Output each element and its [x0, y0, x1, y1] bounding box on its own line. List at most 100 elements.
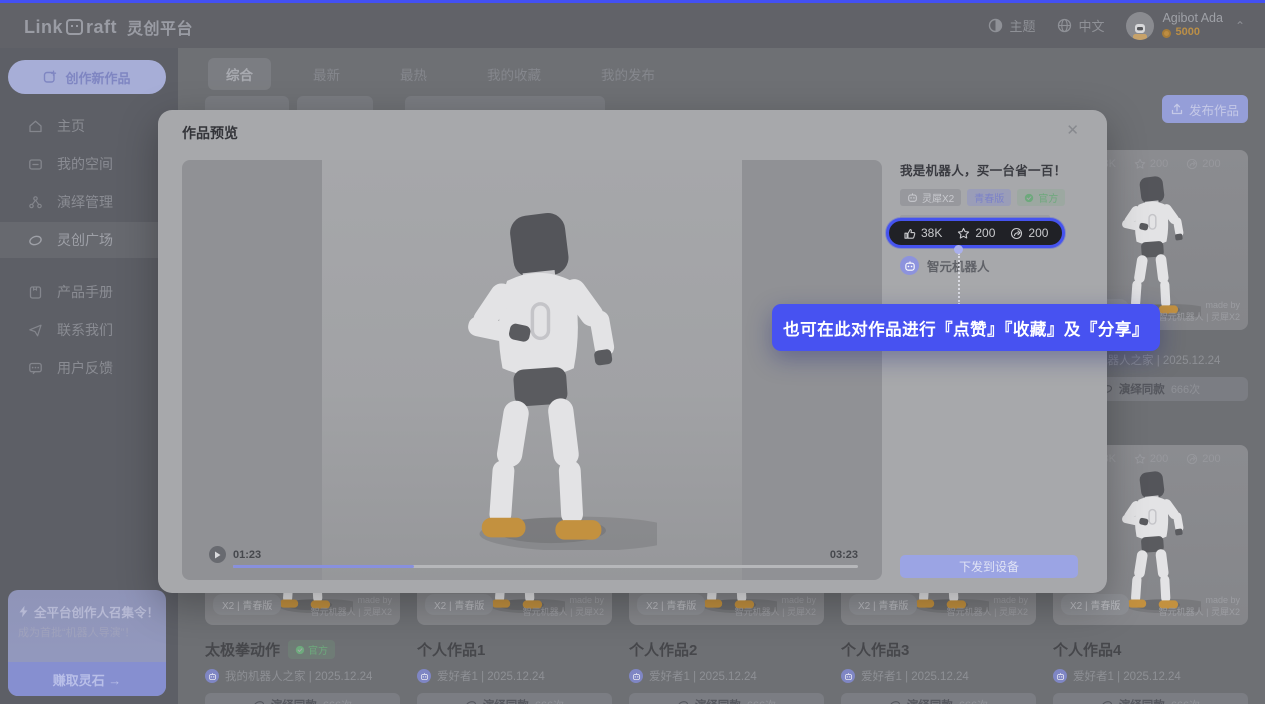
work-author-row[interactable]: 智元机器人 — [900, 256, 990, 275]
chat-bubble-icon — [28, 361, 43, 376]
favorite-stat[interactable]: 200 — [957, 226, 995, 240]
author-avatar-icon — [1053, 669, 1067, 683]
card-title: 个人作品3 — [841, 639, 909, 660]
model-edition-tag: X2 | 青春版 — [637, 594, 705, 615]
robot-render — [417, 205, 657, 550]
nodes-icon — [28, 195, 43, 210]
sidebar-item-lingchuang-plaza[interactable]: 灵创广场 — [0, 222, 178, 258]
tour-connector-dot — [954, 245, 963, 254]
tab-hottest[interactable]: 最热 — [382, 58, 445, 90]
made-by-watermark: made by智元机器人 | 灵犀X2 — [1159, 299, 1240, 324]
replay-same-button[interactable]: 演绎同款666次 — [417, 693, 612, 704]
work-info-panel: 我是机器人，买一台省一百！ 灵犀X2 青春版 官方 — [900, 160, 1080, 220]
model-edition-tag: X2 | 青春版 — [849, 594, 917, 615]
search-field[interactable] — [405, 96, 605, 110]
favorite-icon — [1134, 158, 1146, 170]
edition-tag: 青春版 — [967, 189, 1011, 206]
theme-icon — [988, 18, 1003, 33]
replay-same-button[interactable]: 演绎同款666次 — [205, 693, 400, 704]
sidebar-item-home[interactable]: 主页 — [0, 108, 178, 144]
close-icon[interactable]: ✕ — [1066, 121, 1079, 139]
progress-bar[interactable] — [233, 565, 858, 568]
sidebar-item-user-feedback[interactable]: 用户反馈 — [0, 350, 178, 386]
model-edition-tag: X2 | 青春版 — [425, 594, 493, 615]
like-stat[interactable]: 38K — [903, 226, 942, 240]
replay-same-button[interactable]: 演绎同款666次 — [841, 693, 1036, 704]
robot-thumbnail — [1101, 468, 1201, 613]
favorite-icon — [1134, 453, 1146, 465]
official-tag: 官方 — [1017, 189, 1065, 206]
work-preview-modal: 作品预览 ✕ 01:23 03:23 我是机器人，买一台省一百！ 灵犀X2 青春… — [158, 110, 1107, 593]
logo-text-cn: 灵创平台 — [127, 15, 193, 39]
lightning-icon — [18, 605, 29, 618]
tour-tooltip: 也可在此对作品进行『点赞』『收藏』及『分享』 — [772, 304, 1160, 351]
promo-subtitle: 成为首批“机器人导演”！ — [18, 624, 135, 640]
creator-recruit-banner: 全平台创作人召集令！ 成为首批“机器人导演”！ 赚取灵石 → — [8, 590, 166, 696]
user-name: Agibot Ada — [1162, 11, 1222, 27]
create-new-work-button[interactable]: 创作新作品 — [8, 60, 166, 94]
card-author: 爱好者1 | 2025.12.24 — [1053, 668, 1248, 684]
official-check-icon — [1024, 193, 1034, 203]
made-by-watermark: made by智元机器人 | 灵犀X2 — [1159, 594, 1240, 619]
like-icon — [903, 227, 916, 240]
filter-dropdown-1[interactable] — [205, 96, 289, 110]
tab-newest[interactable]: 最新 — [295, 58, 358, 90]
sidebar-item-my-space[interactable]: 我的空间 — [0, 146, 178, 182]
topbar: Link raft 灵创平台 主题 中文 Agibot Ada 5000 ⌃ — [0, 3, 1265, 48]
home-icon — [28, 119, 43, 134]
tab-comprehensive[interactable]: 综合 — [208, 58, 271, 90]
tab-my-favorites[interactable]: 我的收藏 — [469, 58, 559, 90]
planet-icon — [28, 233, 43, 248]
card-author: 爱好者1 | 2025.12.24 — [629, 668, 824, 684]
top-accent-line — [0, 0, 1265, 3]
logo-text-right: raft — [86, 17, 117, 38]
made-by-watermark: made by智元机器人 | 灵犀X2 — [947, 594, 1028, 619]
card-title: 太极拳动作 — [205, 639, 280, 660]
made-by-watermark: made by智元机器人 | 灵犀X2 — [523, 594, 604, 619]
play-icon — [214, 551, 221, 559]
model-edition-tag: X2 | 青春版 — [1061, 594, 1129, 615]
paper-plane-icon — [28, 323, 43, 338]
globe-icon — [1057, 18, 1072, 33]
favorite-icon — [957, 227, 970, 240]
sidebar-item-product-manual[interactable]: 产品手册 — [0, 274, 178, 310]
made-by-watermark: made by智元机器人 | 灵犀X2 — [311, 594, 392, 619]
share-icon — [1186, 158, 1198, 170]
work-title: 我是机器人，买一台省一百！ — [900, 160, 1080, 179]
chevron-up-icon: ⌃ — [1235, 19, 1245, 33]
sidebar-item-contact-us[interactable]: 联系我们 — [0, 312, 178, 348]
tour-connector-line — [958, 253, 960, 305]
play-button[interactable] — [209, 546, 226, 563]
replay-same-button[interactable]: 演绎同款666次 — [1053, 693, 1248, 704]
card-title: 个人作品4 — [1053, 639, 1121, 660]
filter-dropdown-2[interactable] — [297, 96, 373, 110]
publish-work-button[interactable]: 发布作品 — [1162, 95, 1248, 123]
deploy-to-device-button[interactable]: 下发到设备 — [900, 555, 1078, 578]
author-avatar-icon — [841, 669, 855, 683]
card-title: 个人作品1 — [417, 639, 485, 660]
coin-icon — [1162, 29, 1171, 38]
user-menu[interactable]: Agibot Ada 5000 ⌃ — [1126, 11, 1245, 40]
replay-icon — [677, 699, 689, 704]
replay-icon — [889, 699, 901, 704]
logo-robot-icon — [66, 19, 83, 35]
author-avatar — [900, 256, 919, 275]
replay-icon — [1101, 699, 1113, 704]
replay-same-button[interactable]: 演绎同款666次 — [629, 693, 824, 704]
replay-icon — [465, 699, 477, 704]
robot-thumbnail — [1101, 173, 1201, 318]
card-author: 我的机器人之家 | 2025.12.24 — [205, 668, 400, 684]
official-badge: 官方 — [288, 640, 335, 659]
promo-title: 全平台创作人召集令！ — [18, 602, 159, 621]
language-switch[interactable]: 中文 — [1057, 16, 1104, 35]
logo-text-left: Link — [24, 17, 63, 38]
create-new-work-label: 创作新作品 — [65, 68, 130, 87]
tab-my-posts[interactable]: 我的发布 — [583, 58, 673, 90]
language-label: 中文 — [1078, 16, 1104, 35]
app-logo: Link raft 灵创平台 — [24, 15, 193, 39]
sidebar-item-performance-mgmt[interactable]: 演绎管理 — [0, 184, 178, 220]
earn-gems-button[interactable]: 赚取灵石 → — [8, 662, 166, 696]
theme-toggle[interactable]: 主题 — [988, 16, 1035, 35]
card-author: 爱好者1 | 2025.12.24 — [417, 668, 612, 684]
share-stat[interactable]: 200 — [1010, 226, 1048, 240]
